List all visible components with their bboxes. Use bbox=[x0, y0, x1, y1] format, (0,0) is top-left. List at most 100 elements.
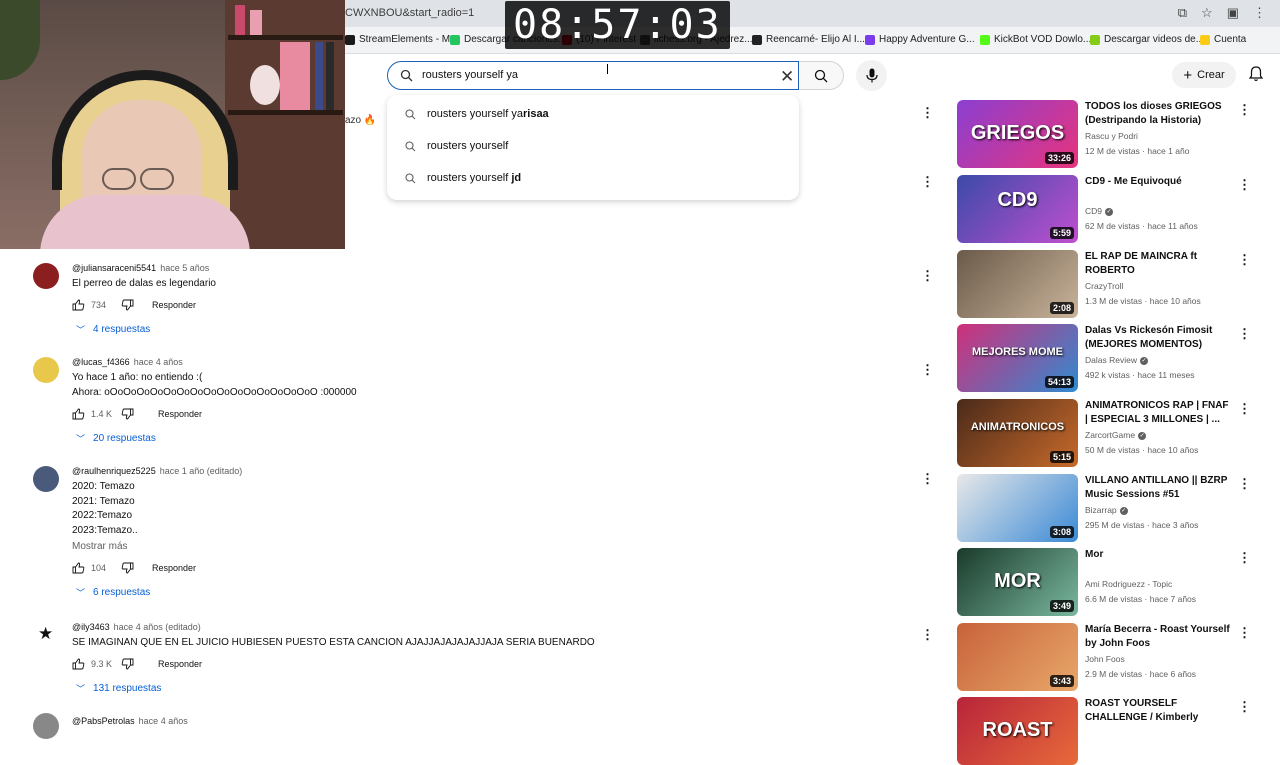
clear-search-icon[interactable]: ✕ bbox=[780, 67, 794, 87]
comment-avatar[interactable]: ★ bbox=[33, 622, 59, 648]
reply-button[interactable]: Responder bbox=[158, 659, 202, 669]
like-icon[interactable] bbox=[72, 658, 85, 670]
video-thumbnail[interactable]: ROAST bbox=[957, 697, 1078, 765]
create-button[interactable]: + Crear bbox=[1172, 62, 1236, 88]
video-title[interactable]: María Becerra - Roast Yourself by John F… bbox=[1085, 623, 1230, 651]
video-title[interactable]: CD9 - Me Equivoqué bbox=[1085, 175, 1230, 189]
dislike-icon[interactable] bbox=[121, 658, 134, 670]
suggestion-item[interactable]: rousters yourself jd bbox=[405, 172, 521, 184]
screenshot-icon[interactable]: ⧉ bbox=[1178, 5, 1187, 21]
comment-avatar[interactable] bbox=[33, 263, 59, 289]
bookmark-item[interactable]: KickBot VOD Dowlo... bbox=[980, 34, 1091, 45]
video-more-options-icon[interactable]: ⋮ bbox=[1238, 177, 1251, 193]
star-icon[interactable]: ☆ bbox=[1201, 5, 1213, 21]
video-more-options-icon[interactable]: ⋮ bbox=[1238, 401, 1251, 417]
video-more-options-icon[interactable]: ⋮ bbox=[1238, 326, 1251, 342]
dislike-icon[interactable] bbox=[121, 562, 134, 574]
comment-avatar[interactable] bbox=[33, 713, 59, 739]
video-channel[interactable]: Ami Rodriguezz - Topic bbox=[1085, 579, 1172, 589]
video-channel[interactable]: Dalas Review bbox=[1085, 355, 1137, 365]
comment-avatar[interactable] bbox=[33, 357, 59, 383]
video-title[interactable]: Dalas Vs Rickesón Fimosit (MEJORES MOMEN… bbox=[1085, 324, 1230, 352]
view-replies-button[interactable]: ﹀ 4 respuestas bbox=[76, 323, 150, 336]
search-input[interactable] bbox=[422, 69, 752, 81]
bookmark-item[interactable]: Cuenta bbox=[1200, 34, 1246, 45]
extensions-icon[interactable]: ▣ bbox=[1227, 5, 1239, 21]
bookmark-favicon-icon bbox=[450, 34, 460, 45]
video-thumbnail[interactable]: GRIEGOS 33:26 bbox=[957, 100, 1078, 168]
view-replies-button[interactable]: ﹀ 6 respuestas bbox=[76, 586, 150, 599]
video-thumbnail[interactable]: MEJORES MOME 54:13 bbox=[957, 324, 1078, 392]
bookmark-item[interactable]: StreamElements - M... bbox=[345, 34, 458, 45]
video-thumbnail[interactable]: ANIMATRONICOS 5:15 bbox=[957, 399, 1078, 467]
video-meta: 492 k vistas · hace 11 meses bbox=[1085, 370, 1195, 380]
video-title[interactable]: TODOS los dioses GRIEGOS (Destripando la… bbox=[1085, 100, 1230, 128]
more-options-icon[interactable]: ⋮ bbox=[921, 106, 934, 119]
notifications-bell-icon[interactable] bbox=[1249, 66, 1263, 82]
video-channel[interactable]: CrazyTroll bbox=[1085, 281, 1123, 291]
like-icon[interactable] bbox=[72, 562, 85, 574]
video-thumbnail[interactable]: 3:08 bbox=[957, 474, 1078, 542]
suggestion-prefix: rousters yourself bbox=[427, 140, 509, 152]
video-channel[interactable]: Rascu y Podri bbox=[1085, 131, 1138, 141]
video-channel[interactable]: Bizarrap bbox=[1085, 505, 1117, 515]
thumbnail-text: ANIMATRONICOS bbox=[970, 421, 1065, 433]
comment-more-options-icon[interactable]: ⋮ bbox=[921, 628, 934, 641]
search-icon bbox=[814, 69, 828, 82]
bookmark-favicon-icon bbox=[752, 34, 762, 45]
dislike-icon[interactable] bbox=[121, 408, 134, 420]
video-more-options-icon[interactable]: ⋮ bbox=[1238, 102, 1251, 118]
video-more-options-icon[interactable]: ⋮ bbox=[1238, 550, 1251, 566]
video-more-options-icon[interactable]: ⋮ bbox=[1238, 476, 1251, 492]
view-replies-button[interactable]: ﹀ 131 respuestas bbox=[76, 682, 161, 695]
search-button[interactable] bbox=[799, 61, 844, 90]
video-duration: 3:43 bbox=[1049, 675, 1074, 687]
video-channel[interactable]: John Foos bbox=[1085, 654, 1125, 664]
reply-button[interactable]: Responder bbox=[158, 409, 202, 419]
bookmark-item[interactable]: Happy Adventure G... bbox=[865, 34, 975, 45]
view-replies-button[interactable]: ﹀ 20 respuestas bbox=[76, 432, 156, 445]
url-bar-text[interactable]: CWXNBOU&start_radio=1 bbox=[345, 7, 474, 19]
comment-author[interactable]: @juliansaraceni5541 bbox=[72, 263, 156, 273]
comment-avatar[interactable] bbox=[33, 466, 59, 492]
webcam-overlay bbox=[0, 0, 345, 249]
more-options-icon[interactable]: ⋮ bbox=[921, 269, 934, 282]
video-title[interactable]: ANIMATRONICOS RAP | FNAF | ESPECIAL 3 MI… bbox=[1085, 399, 1230, 427]
video-thumbnail[interactable]: 3:43 bbox=[957, 623, 1078, 691]
comment-author[interactable]: @PabsPetrolas bbox=[72, 716, 135, 726]
like-icon[interactable] bbox=[72, 408, 85, 420]
reply-button[interactable]: Responder bbox=[152, 300, 196, 310]
like-icon[interactable] bbox=[72, 299, 85, 311]
comment-author[interactable]: @lucas_f4366 bbox=[72, 357, 130, 367]
video-more-options-icon[interactable]: ⋮ bbox=[1238, 699, 1251, 715]
show-more-link[interactable]: Mostrar más bbox=[72, 541, 128, 552]
video-more-options-icon[interactable]: ⋮ bbox=[1238, 252, 1251, 268]
dislike-icon[interactable] bbox=[121, 299, 134, 311]
video-title[interactable]: EL RAP DE MAINCRA ft ROBERTO bbox=[1085, 250, 1230, 278]
video-thumbnail[interactable]: MOR 3:49 bbox=[957, 548, 1078, 616]
more-options-icon[interactable]: ⋮ bbox=[921, 175, 934, 188]
video-title[interactable]: VILLANO ANTILLANO || BZRP Music Sessions… bbox=[1085, 474, 1230, 502]
bookmark-item[interactable]: Reencarné- Elijo Al I... bbox=[752, 34, 865, 45]
comment-time: hace 4 años bbox=[138, 716, 188, 726]
comment-author[interactable]: @ily3463 bbox=[72, 622, 110, 632]
search-box[interactable]: ✕ bbox=[387, 61, 799, 90]
video-thumbnail[interactable]: CD9 5:59 bbox=[957, 175, 1078, 243]
video-title[interactable]: Mor bbox=[1085, 548, 1230, 562]
thumbnail-text: MOR bbox=[994, 570, 1041, 592]
comment-time: hace 1 año (editado) bbox=[159, 466, 243, 476]
suggestion-item[interactable]: rousters yourself yarisaa bbox=[405, 108, 549, 120]
video-more-options-icon[interactable]: ⋮ bbox=[1238, 625, 1251, 641]
comment-author[interactable]: @raulhenriquez5225 bbox=[72, 466, 156, 476]
video-thumbnail[interactable]: 2:08 bbox=[957, 250, 1078, 318]
comment-more-options-icon[interactable]: ⋮ bbox=[921, 363, 934, 376]
menu-dots-icon[interactable]: ⋮ bbox=[1253, 5, 1266, 21]
video-channel[interactable]: CD9 bbox=[1085, 206, 1102, 216]
voice-search-button[interactable] bbox=[856, 60, 887, 91]
bookmark-item[interactable]: Descargar videos de... bbox=[1090, 34, 1204, 45]
reply-button[interactable]: Responder bbox=[152, 563, 196, 573]
suggestion-item[interactable]: rousters yourself bbox=[405, 140, 508, 152]
video-channel[interactable]: ZarcortGame bbox=[1085, 430, 1135, 440]
comment-more-options-icon[interactable]: ⋮ bbox=[921, 472, 934, 485]
video-title[interactable]: ROAST YOURSELF CHALLENGE / Kimberly Loai… bbox=[1085, 697, 1230, 725]
